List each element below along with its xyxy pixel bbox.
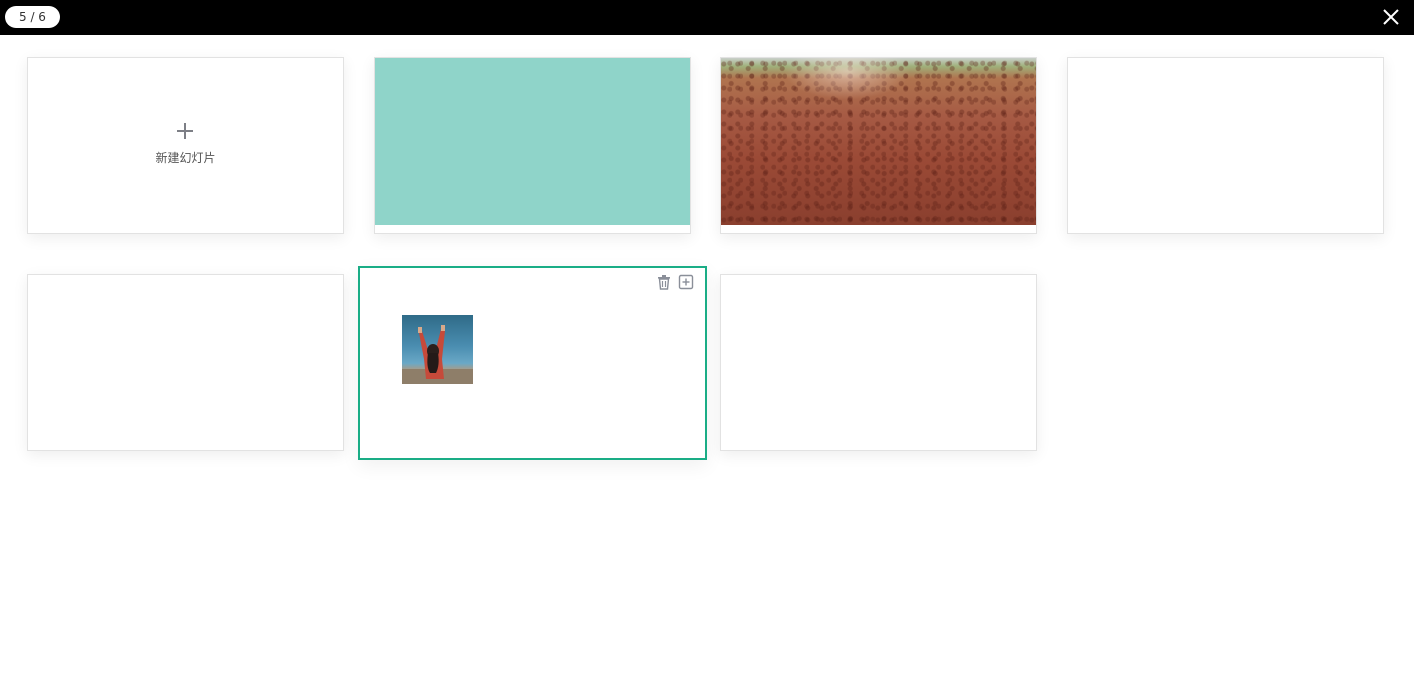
viewer-topbar: 5 / 6 (0, 0, 1414, 35)
slide-thumbnail-ground-photo[interactable] (720, 57, 1037, 234)
person-photo[interactable] (402, 315, 473, 384)
new-slide-content: 新建幻灯片 (28, 58, 343, 233)
new-slide-card[interactable]: 新建幻灯片 (27, 57, 344, 234)
add-slide-icon[interactable] (678, 274, 694, 290)
trash-icon[interactable] (656, 274, 672, 290)
slide-thumbnail-blank[interactable] (720, 274, 1037, 451)
slide-thumbnail-active[interactable] (358, 266, 707, 460)
close-icon (1383, 9, 1399, 25)
person-figure (402, 325, 473, 384)
slide-thumbnail-blank[interactable] (27, 274, 344, 451)
slide-thumbnail-blank[interactable] (1067, 57, 1384, 234)
plus-icon (177, 123, 193, 139)
slide-thumbnail-teal[interactable] (374, 57, 691, 234)
ground-photo (721, 58, 1036, 225)
slide-counter: 5 / 6 (5, 6, 60, 28)
close-button[interactable] (1380, 6, 1402, 28)
new-slide-label: 新建幻灯片 (155, 151, 216, 165)
teal-background (375, 58, 690, 225)
